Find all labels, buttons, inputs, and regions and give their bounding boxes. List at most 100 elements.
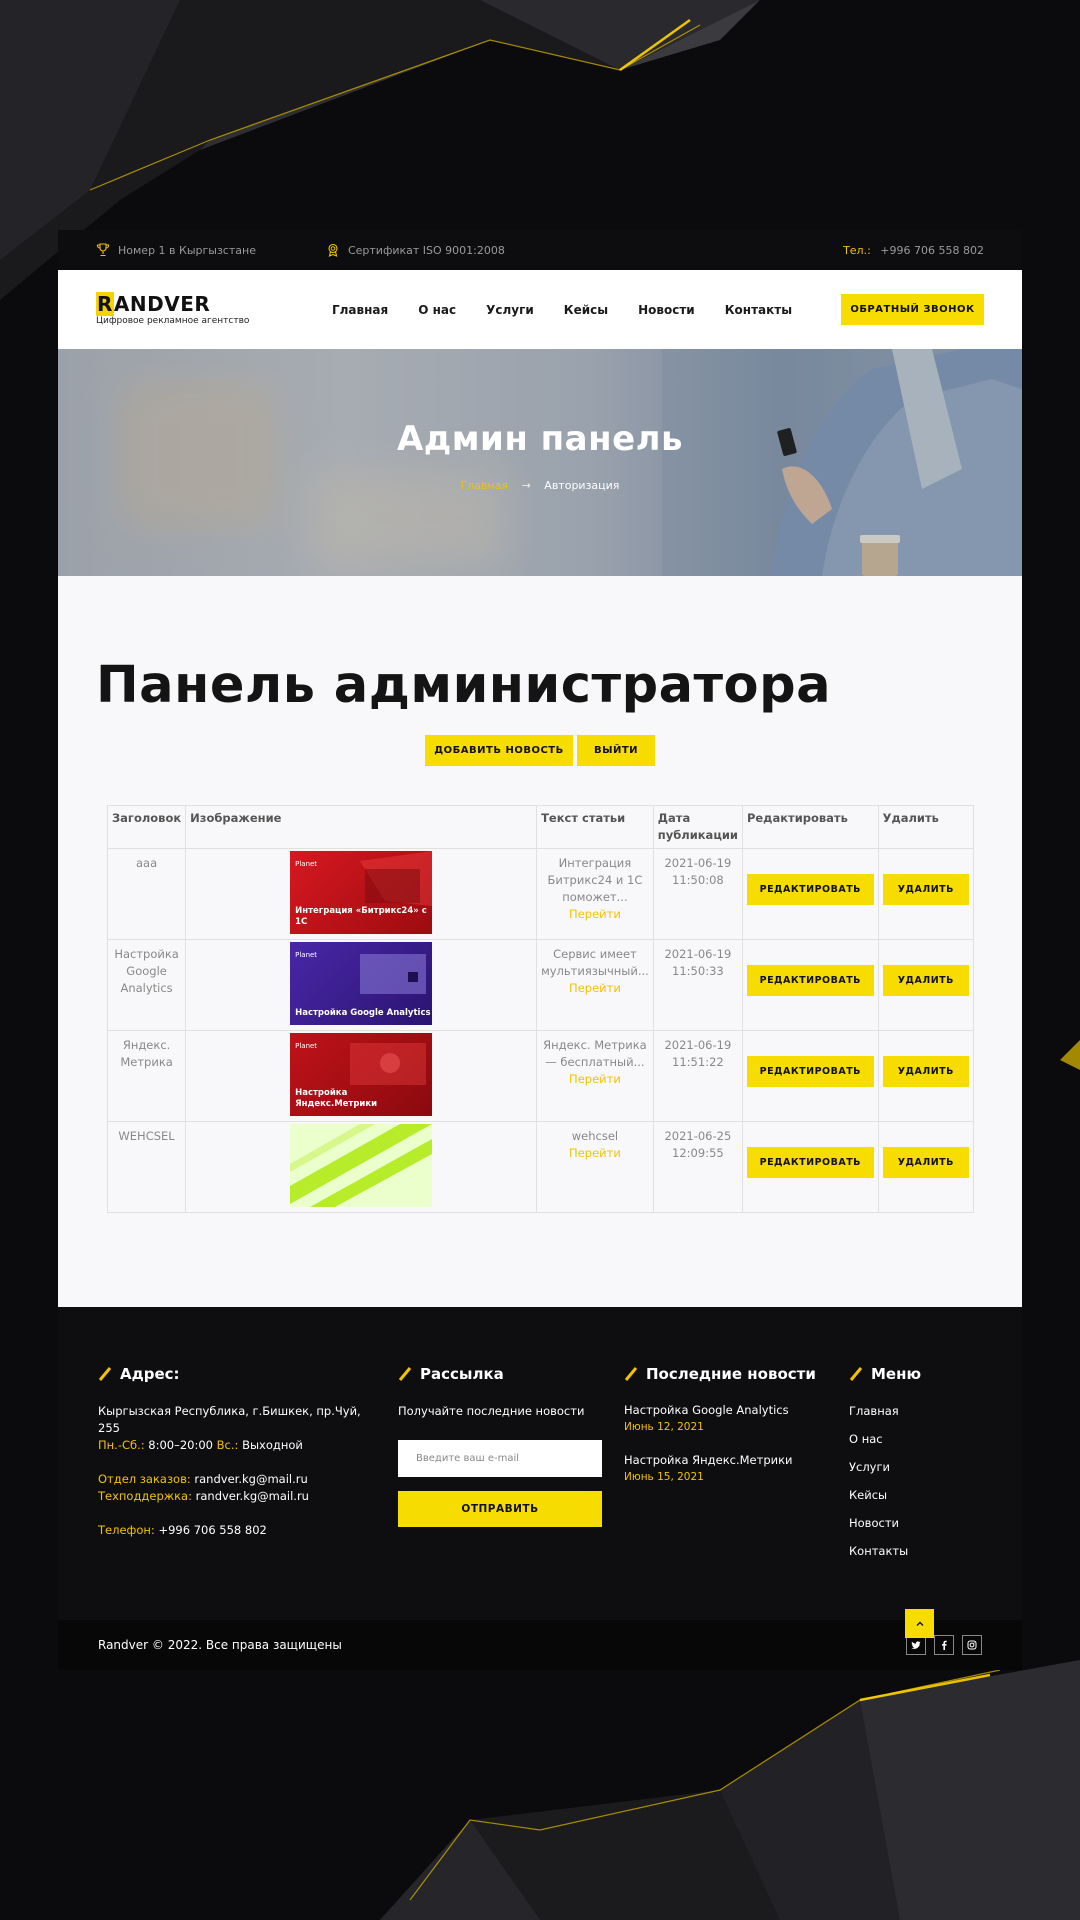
delete-button[interactable]: УДАЛИТЬ (882, 965, 969, 996)
table-row: WEHCSEL wehcsel Перейти 2021-06-25 12:09… (106, 1121, 975, 1213)
bottom-bar: Randver © 2022. Все права защищены (58, 1620, 1022, 1670)
newsletter-text: Получайте последние новости (398, 1404, 585, 1418)
go-link[interactable]: Перейти (541, 1071, 649, 1088)
nav-about[interactable]: О нас (418, 303, 456, 317)
logo-brand: RANDVER (96, 291, 226, 316)
row-title: Настройка Google Analytics (106, 939, 187, 1031)
news-item-date: Июнь 12, 2021 (624, 1421, 704, 1433)
nav-cases[interactable]: Кейсы (564, 303, 608, 317)
page-title: Панель администратора (96, 656, 832, 715)
row-title: Яндекс. Метрика (106, 1030, 187, 1122)
support-label: Техподдержка: (98, 1489, 192, 1503)
row-text: wehcsel (571, 1129, 619, 1143)
phone-number[interactable]: +996 706 558 802 (880, 244, 984, 257)
edit-button[interactable]: РЕДАКТИРОВАТЬ (746, 1147, 874, 1178)
footer-news: Последние новости Настройка Google Analy… (624, 1365, 824, 1503)
support-email[interactable]: randver.kg@mail.ru (196, 1489, 309, 1503)
footer-menu-item[interactable]: Главная (849, 1403, 989, 1420)
news-title: Последние новости (646, 1365, 816, 1383)
table-row: Яндекс. Метрика Planet Настройка Яндекс.… (106, 1030, 975, 1122)
email-input[interactable]: Введите ваш e-mail (398, 1440, 602, 1477)
go-link[interactable]: Перейти (541, 980, 649, 997)
hours-value: 8:00–20:00 (148, 1438, 213, 1452)
row-text: Интеграция Битрикс24 и 1С поможет... (547, 856, 643, 904)
row-date: 2021-06-25 12:09:55 (652, 1121, 743, 1213)
chevron-up-icon (916, 1621, 923, 1626)
menu-title: Меню (871, 1365, 922, 1383)
orders-email[interactable]: randver.kg@mail.ru (194, 1472, 307, 1486)
certificate-icon (328, 243, 338, 257)
facebook-icon[interactable] (934, 1635, 954, 1655)
footer-menu-item[interactable]: Контакты (849, 1543, 989, 1560)
footer-newsletter: Рассылка Получайте последние новости Вве… (398, 1365, 608, 1527)
thumb-brand: Planet (295, 1042, 318, 1050)
nav-news[interactable]: Новости (638, 303, 695, 317)
breadcrumb-current: Авторизация (544, 479, 620, 492)
table-header-row: Заголовок Изображение Текст статьи Дата … (106, 805, 975, 849)
nav-contacts[interactable]: Контакты (725, 303, 792, 317)
column-header: Изображение (185, 805, 538, 849)
news-item[interactable]: Настройка Яндекс.Метрики Июнь 15, 2021 (624, 1453, 824, 1483)
address-text: Кыргызская Республика, г.Бишкек, пр.Чуй,… (98, 1404, 361, 1435)
top-bar: Номер 1 в Кыргызстане Сертификат ISO 900… (58, 230, 1022, 270)
hero-title: Админ панель (396, 419, 684, 459)
footer: Адрес: Кыргызская Республика, г.Бишкек, … (58, 1307, 1022, 1620)
footer-phone[interactable]: +996 706 558 802 (158, 1523, 266, 1537)
logo-first-letter: R (96, 291, 114, 316)
site-container: Номер 1 в Кыргызстане Сертификат ISO 900… (58, 230, 1022, 1670)
edit-button[interactable]: РЕДАКТИРОВАТЬ (746, 1056, 874, 1087)
logo[interactable]: RANDVER Цифровое рекламное агентство (96, 291, 250, 326)
logo-rest: ANDVER (113, 291, 211, 316)
orders-label: Отдел заказов: (98, 1472, 191, 1486)
breadcrumb-home[interactable]: Главная (461, 479, 509, 492)
twitter-icon[interactable] (906, 1635, 926, 1655)
header: RANDVER Цифровое рекламное агентство Гла… (58, 270, 1022, 349)
scroll-to-top-button[interactable] (905, 1609, 934, 1638)
logo-tagline: Цифровое рекламное агентство (96, 315, 250, 326)
breadcrumb-separator: → (521, 479, 531, 492)
go-link[interactable]: Перейти (541, 1145, 649, 1162)
delete-button[interactable]: УДАЛИТЬ (882, 874, 969, 905)
phone-label: Тел.: (843, 243, 871, 257)
breadcrumb: Главная → Авторизация (58, 479, 1022, 492)
nav-home[interactable]: Главная (332, 303, 388, 317)
news-item-title: Настройка Яндекс.Метрики (624, 1453, 793, 1467)
table-row: ааа Planet Интеграция «Битрикс24» с 1С И… (106, 848, 975, 940)
logout-button[interactable]: ВЫЙТИ (577, 735, 655, 766)
hero-banner: Админ панель Главная → Авторизация (58, 349, 1022, 576)
footer-menu-item[interactable]: Услуги (849, 1459, 989, 1476)
column-header: Дата публикации (652, 805, 743, 849)
delete-button[interactable]: УДАЛИТЬ (882, 1147, 969, 1178)
footer-menu: Меню Главная О нас Услуги Кейсы Новости … (849, 1365, 989, 1571)
admin-actions: ДОБАВИТЬ НОВОСТЬ ВЫЙТИ (425, 735, 655, 766)
callback-button[interactable]: ОБРАТНЫЙ ЗВОНОК (841, 294, 984, 325)
thumb-brand: Planet (295, 951, 318, 959)
footer-menu-item[interactable]: О нас (849, 1431, 989, 1448)
row-date: 2021-06-19 11:50:08 (652, 848, 743, 940)
news-item-title: Настройка Google Analytics (624, 1403, 789, 1417)
nav-services[interactable]: Услуги (486, 303, 534, 317)
go-link[interactable]: Перейти (541, 906, 649, 923)
slash-icon (849, 1367, 863, 1381)
footer-menu-item[interactable]: Кейсы (849, 1487, 989, 1504)
send-button[interactable]: ОТПРАВИТЬ (398, 1491, 602, 1527)
thumb-caption: Интеграция «Битрикс24» с 1С (295, 906, 427, 927)
row-title: ааа (106, 848, 187, 940)
column-header: Текст статьи (536, 805, 654, 849)
edit-button[interactable]: РЕДАКТИРОВАТЬ (746, 965, 874, 996)
news-thumbnail: Planet Настройка Google Analytics (290, 942, 433, 1025)
cert-text: Сертификат ISO 9001:2008 (347, 243, 505, 257)
sunday-value: Выходной (242, 1438, 303, 1452)
thumb-caption: Настройка Google Analytics (295, 1008, 431, 1018)
footer-menu-item[interactable]: Новости (849, 1515, 989, 1532)
award-text: Номер 1 в Кыргызстане (118, 243, 256, 257)
address-title: Адрес: (120, 1365, 180, 1383)
table-row: Настройка Google Analytics Planet Настро… (106, 939, 975, 1031)
news-item[interactable]: Настройка Google Analytics Июнь 12, 2021 (624, 1403, 824, 1433)
instagram-icon[interactable] (962, 1635, 982, 1655)
add-news-button[interactable]: ДОБАВИТЬ НОВОСТЬ (425, 735, 573, 766)
edit-button[interactable]: РЕДАКТИРОВАТЬ (746, 874, 874, 905)
news-table: Заголовок Изображение Текст статьи Дата … (106, 805, 975, 1213)
delete-button[interactable]: УДАЛИТЬ (882, 1056, 969, 1087)
cert-info: Сертификат ISO 9001:2008 (326, 243, 505, 257)
